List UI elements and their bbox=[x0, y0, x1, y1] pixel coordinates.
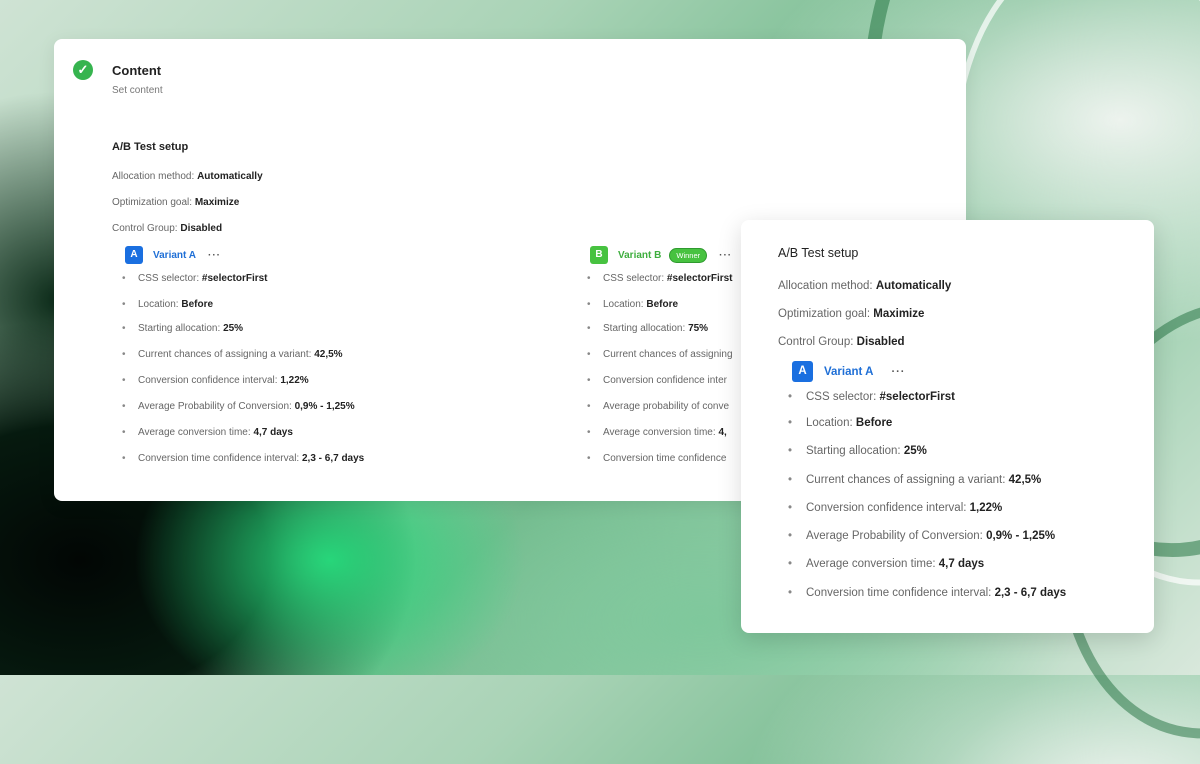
list-item: Conversion time confidence interval: 2,3… bbox=[788, 586, 1066, 614]
ab-setup-title: A/B Test setup bbox=[778, 246, 859, 260]
list-item: Location: Before bbox=[122, 298, 364, 322]
optimization-goal: Optimization goal: Maximize bbox=[112, 197, 240, 208]
variant-a-header: A Variant A ··· bbox=[792, 361, 905, 382]
variant-a-menu-icon[interactable]: ··· bbox=[208, 250, 221, 261]
variant-b-menu-icon[interactable]: ··· bbox=[719, 250, 732, 261]
variant-a-name[interactable]: Variant A bbox=[824, 366, 873, 378]
list-item: CSS selector: #selectorFirst bbox=[788, 390, 1066, 416]
list-item: Average probability of conve bbox=[587, 400, 733, 426]
list-item: Average conversion time: 4,7 days bbox=[788, 557, 1066, 585]
control-group: Control Group: Disabled bbox=[778, 336, 905, 348]
winner-badge: Winner bbox=[669, 247, 708, 263]
list-item: Conversion time confidence bbox=[587, 452, 733, 478]
variant-b-header: B Variant B Winner ··· bbox=[590, 246, 732, 264]
list-item: Conversion confidence interval: 1,22% bbox=[788, 501, 1066, 529]
list-item: Conversion confidence inter bbox=[587, 374, 733, 400]
step-subtitle: Set content bbox=[112, 85, 163, 96]
variant-b-details: CSS selector: #selectorFirst Location: B… bbox=[587, 272, 733, 478]
ab-setup-zoom-card: A/B Test setup Allocation method: Automa… bbox=[741, 220, 1154, 633]
checkmark-icon: ✓ bbox=[73, 60, 93, 80]
list-item: Current chances of assigning a variant: … bbox=[788, 473, 1066, 501]
list-item: Average Probability of Conversion: 0,9% … bbox=[788, 529, 1066, 557]
variant-b-badge: B bbox=[590, 246, 608, 264]
list-item: Starting allocation: 75% bbox=[587, 322, 733, 348]
list-item: Average conversion time: 4,7 days bbox=[122, 426, 364, 452]
variant-a-name[interactable]: Variant A bbox=[153, 250, 196, 261]
step-title: Content bbox=[112, 63, 162, 78]
allocation-method: Allocation method: Automatically bbox=[112, 171, 263, 182]
variant-a-menu-icon[interactable]: ··· bbox=[891, 366, 905, 378]
variant-b-name[interactable]: Variant B bbox=[618, 250, 661, 261]
list-item: Starting allocation: 25% bbox=[122, 322, 364, 348]
allocation-method: Allocation method: Automatically bbox=[778, 280, 952, 292]
list-item: Current chances of assigning a variant: … bbox=[122, 348, 364, 374]
variant-a-badge: A bbox=[125, 246, 143, 264]
list-item: CSS selector: #selectorFirst bbox=[122, 272, 364, 298]
list-item: Average conversion time: 4, bbox=[587, 426, 733, 452]
optimization-goal: Optimization goal: Maximize bbox=[778, 308, 925, 320]
list-item: Average Probability of Conversion: 0,9% … bbox=[122, 400, 364, 426]
list-item: Conversion time confidence interval: 2,3… bbox=[122, 452, 364, 478]
list-item: Location: Before bbox=[587, 298, 733, 322]
control-group: Control Group: Disabled bbox=[112, 223, 223, 234]
list-item: Location: Before bbox=[788, 416, 1066, 444]
list-item: Starting allocation: 25% bbox=[788, 444, 1066, 472]
ab-setup-title: A/B Test setup bbox=[112, 141, 189, 153]
variant-a-details: CSS selector: #selectorFirst Location: B… bbox=[788, 390, 1066, 614]
variant-a-badge: A bbox=[792, 361, 813, 382]
variant-a-details: CSS selector: #selectorFirst Location: B… bbox=[122, 272, 364, 478]
list-item: Conversion confidence interval: 1,22% bbox=[122, 374, 364, 400]
list-item: Current chances of assigning bbox=[587, 348, 733, 374]
variant-a-header: A Variant A ··· bbox=[125, 246, 221, 264]
list-item: CSS selector: #selectorFirst bbox=[587, 272, 733, 298]
